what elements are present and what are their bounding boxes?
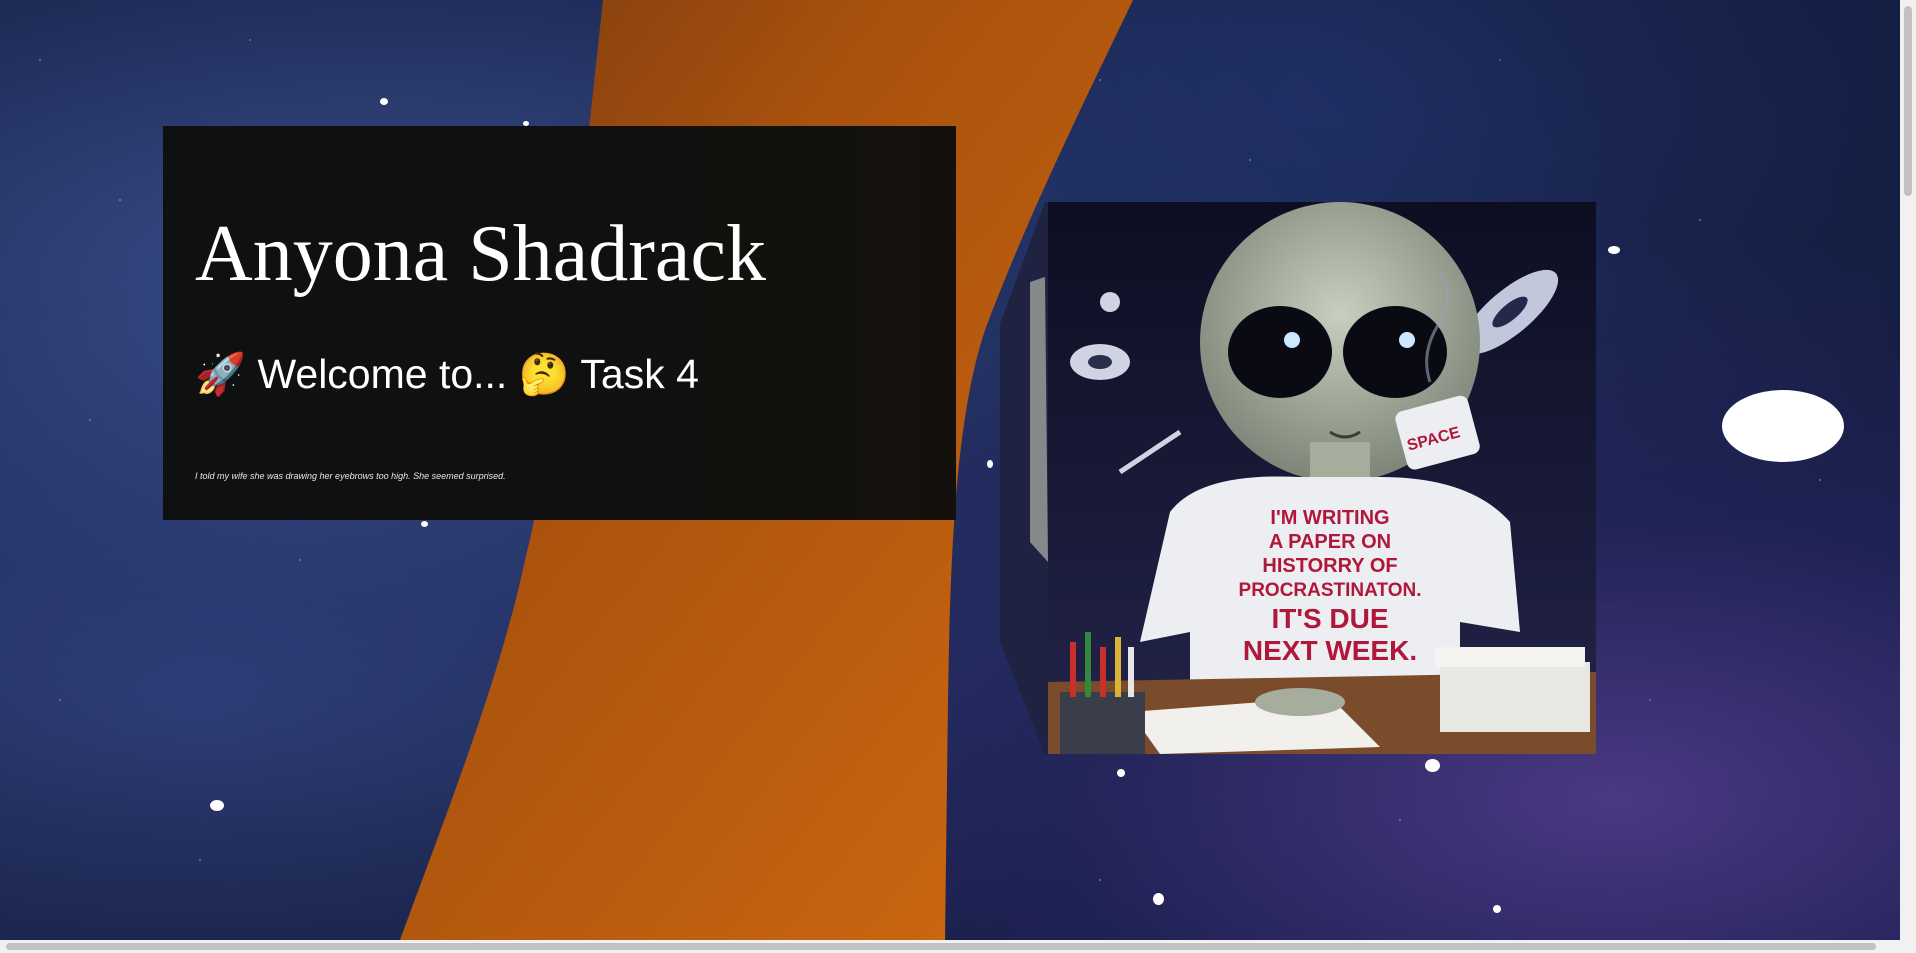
star-blob bbox=[1608, 246, 1620, 254]
star-blob bbox=[1425, 759, 1440, 772]
welcome-heading: 🚀 Welcome to... 🤔 Task 4 bbox=[195, 351, 699, 397]
horizontal-scrollbar-thumb[interactable] bbox=[6, 943, 1876, 950]
svg-text:I'M WRITING: I'M WRITING bbox=[1270, 507, 1389, 529]
alien-illustration: I'M WRITING A PAPER ON HISTORRY OF PROCR… bbox=[1000, 202, 1596, 754]
intro-card: Anyona Shadrack 🚀 Welcome to... 🤔 Task 4… bbox=[163, 126, 956, 520]
star-blob bbox=[380, 98, 388, 105]
vertical-scrollbar-thumb[interactable] bbox=[1904, 6, 1912, 196]
svg-text:PROCRASTINATON.: PROCRASTINATON. bbox=[1239, 580, 1422, 601]
star-blob bbox=[1153, 893, 1164, 905]
star-blob bbox=[210, 800, 224, 811]
vertical-scrollbar[interactable] bbox=[1900, 0, 1916, 940]
page-viewport: Anyona Shadrack 🚀 Welcome to... 🤔 Task 4… bbox=[0, 0, 1900, 940]
svg-text:HISTORRY OF: HISTORRY OF bbox=[1262, 555, 1397, 577]
star-blob bbox=[421, 521, 428, 527]
star-blob bbox=[1117, 769, 1125, 777]
horizontal-scrollbar[interactable] bbox=[0, 940, 1916, 953]
author-name: Anyona Shadrack bbox=[195, 210, 766, 298]
star-blob bbox=[1493, 905, 1501, 913]
svg-text:NEXT WEEK.: NEXT WEEK. bbox=[1243, 635, 1417, 666]
star-blob bbox=[987, 460, 993, 468]
rotating-image-cube: I'M WRITING A PAPER ON HISTORRY OF PROCR… bbox=[1000, 202, 1596, 754]
star-blob bbox=[1722, 390, 1844, 462]
svg-text:IT'S DUE: IT'S DUE bbox=[1271, 603, 1388, 634]
joke-text: I told my wife she was drawing her eyebr… bbox=[195, 471, 506, 481]
svg-text:A PAPER ON: A PAPER ON bbox=[1269, 531, 1391, 553]
